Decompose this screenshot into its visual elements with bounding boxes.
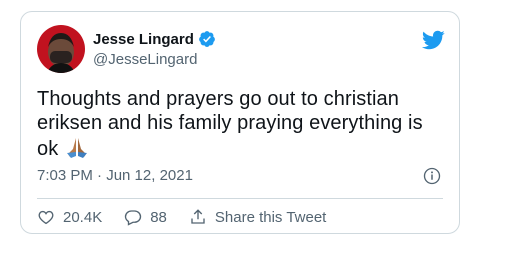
verified-badge-icon	[199, 31, 215, 47]
share-button[interactable]: Share this Tweet	[189, 208, 326, 226]
author-handle[interactable]: @JesseLingard	[93, 51, 197, 68]
tweet-text-content: Thoughts and prayers go out to christian…	[37, 88, 423, 160]
reply-icon	[125, 210, 142, 226]
like-button[interactable]: 20.4K	[37, 208, 102, 226]
reply-count: 88	[150, 208, 167, 226]
tweet-timestamp[interactable]: 7:03 PM · Jun 12, 2021	[37, 167, 193, 184]
info-icon[interactable]	[423, 167, 441, 185]
tweet-card: Jesse Lingard @JesseLingard Thoughts and…	[20, 11, 460, 234]
like-count: 20.4K	[63, 208, 103, 226]
divider	[37, 198, 443, 199]
avatar[interactable]	[37, 25, 85, 73]
share-icon	[191, 209, 205, 224]
tweet-actions: 20.4K 88 Share this Tweet	[37, 208, 348, 226]
twitter-bird-icon[interactable]	[421, 28, 445, 52]
heart-icon	[38, 210, 54, 225]
reply-button[interactable]: 88	[124, 208, 167, 226]
author-name[interactable]: Jesse Lingard	[93, 31, 194, 48]
share-label: Share this Tweet	[214, 208, 327, 226]
tweet-text: Thoughts and prayers go out to christian…	[37, 87, 447, 161]
folded-hands-emoji	[67, 138, 88, 158]
author-row: Jesse Lingard	[93, 30, 216, 48]
